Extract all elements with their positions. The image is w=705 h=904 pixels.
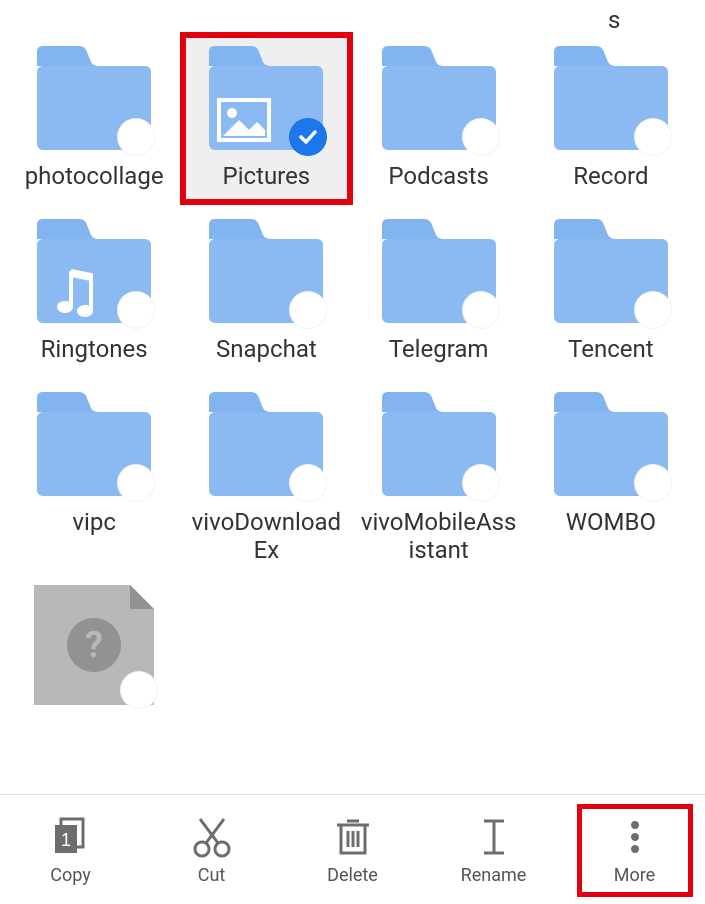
select-circle-icon[interactable] [117, 118, 155, 156]
folder-label: Snapchat [216, 335, 317, 364]
select-circle-icon[interactable] [117, 464, 155, 502]
folder-icon [374, 38, 504, 158]
folder-icon [374, 211, 504, 331]
copy-label: Copy [50, 865, 91, 886]
folder-label: vivoDownloadEx [186, 508, 346, 566]
folder-label: Tencent [568, 335, 654, 364]
folder-item-podcasts[interactable]: Podcasts [353, 32, 525, 205]
folder-item-snapchat[interactable]: Snapchat [180, 205, 352, 378]
folder-item-photocollage[interactable]: photocollage [8, 32, 180, 205]
folder-icon [546, 211, 676, 331]
unknown-file-item[interactable]: ? [8, 579, 180, 723]
unknown-file-icon: ? [34, 585, 154, 705]
folder-item-pictures[interactable]: Pictures [180, 32, 352, 205]
folder-icon [374, 384, 504, 504]
delete-label: Delete [327, 865, 378, 886]
select-circle-icon[interactable] [462, 291, 500, 329]
folder-item-wombo[interactable]: WOMBO [525, 378, 697, 580]
select-circle-icon[interactable] [634, 118, 672, 156]
delete-button[interactable]: Delete [298, 807, 408, 894]
folder-item-record[interactable]: Record [525, 32, 697, 205]
folder-icon [201, 384, 331, 504]
select-circle-icon[interactable] [634, 464, 672, 502]
copy-icon: 1 [49, 815, 93, 859]
cut-button[interactable]: Cut [157, 807, 267, 894]
header-letter: s [608, 6, 620, 34]
bottom-toolbar: 1 Copy Cut Delete [0, 794, 705, 904]
folder-item-tencent[interactable]: Tencent [525, 205, 697, 378]
folder-label: vivoMobileAssistant [359, 508, 519, 566]
folder-item-vipc[interactable]: vipc [8, 378, 180, 580]
delete-icon [331, 815, 375, 859]
folder-label: photocollage [25, 162, 164, 191]
rename-icon [472, 815, 516, 859]
folder-label: Telegram [389, 335, 489, 364]
folder-label: Record [573, 162, 648, 191]
folder-item-telegram[interactable]: Telegram [353, 205, 525, 378]
rename-button[interactable]: Rename [439, 807, 549, 894]
select-circle-icon[interactable] [634, 291, 672, 329]
folder-label: Pictures [223, 162, 311, 191]
folder-item-vivodownloadex[interactable]: vivoDownloadEx [180, 378, 352, 580]
copy-button[interactable]: 1 Copy [16, 807, 126, 894]
select-circle-icon[interactable] [462, 118, 500, 156]
folder-label: Ringtones [41, 335, 148, 364]
more-button[interactable]: More [580, 807, 690, 894]
folder-icon [201, 211, 331, 331]
folder-item-vivomobileassistant[interactable]: vivoMobileAssistant [353, 378, 525, 580]
folder-icon [29, 38, 159, 158]
folder-label: Podcasts [388, 162, 488, 191]
select-circle-icon[interactable] [462, 464, 500, 502]
folder-label: vipc [72, 508, 116, 537]
select-circle-icon[interactable] [289, 464, 327, 502]
folder-label: WOMBO [566, 508, 656, 537]
folder-icon [201, 38, 331, 158]
rename-label: Rename [461, 865, 527, 886]
cut-icon [190, 815, 234, 859]
svg-text:1: 1 [60, 830, 70, 850]
select-circle-icon[interactable] [289, 291, 327, 329]
folder-icon [29, 384, 159, 504]
select-circle-icon[interactable] [117, 291, 155, 329]
folder-icon [546, 384, 676, 504]
folder-grid: photocollage Pictures Podcasts Record Ringto… [0, 0, 705, 723]
folder-item-ringtones[interactable]: Ringtones [8, 205, 180, 378]
more-icon [613, 815, 657, 859]
folder-icon [546, 38, 676, 158]
folder-icon [29, 211, 159, 331]
cut-label: Cut [198, 865, 226, 886]
more-label: More [614, 865, 655, 886]
